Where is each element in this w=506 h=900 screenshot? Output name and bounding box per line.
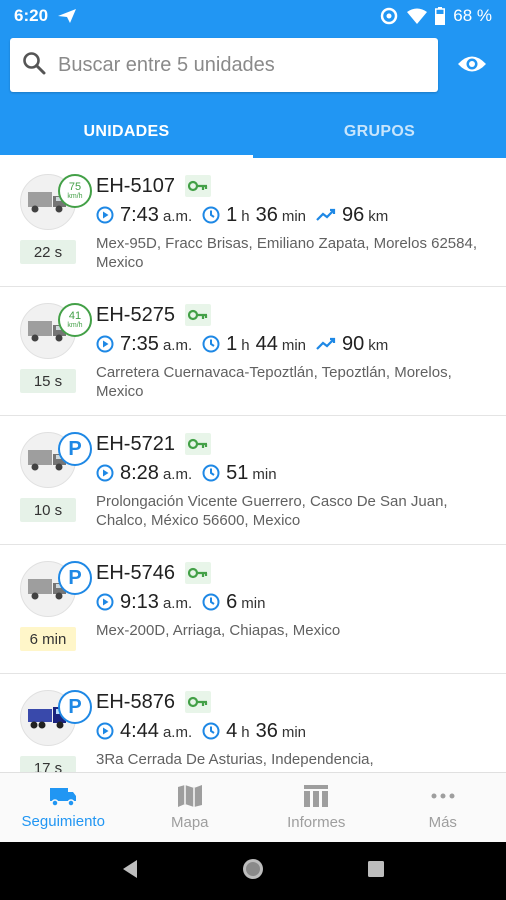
- system-navigation-bar: [0, 842, 506, 900]
- speed-value: 75: [68, 181, 82, 193]
- ignition-key-icon: [184, 433, 211, 455]
- app-header: UNIDADES GRUPOS: [0, 32, 506, 158]
- speed-unit: km/h: [67, 322, 83, 329]
- tab-bar: UNIDADES GRUPOS: [0, 106, 506, 158]
- eye-icon: [457, 54, 487, 79]
- search-bar[interactable]: [10, 38, 438, 92]
- back-icon[interactable]: [121, 859, 139, 884]
- parked-badge: P: [58, 432, 92, 466]
- trending-up-icon: [316, 337, 336, 350]
- last-update-age: 17 s: [20, 756, 76, 772]
- clock-icon: [202, 464, 220, 482]
- parked-badge: P: [58, 561, 92, 595]
- status-bar: 6:20 68 %: [0, 0, 506, 32]
- unit-row[interactable]: P 6 min EH-5746 9:13 a.m. 6 min Mex-200D, …: [0, 545, 506, 674]
- map-icon: [177, 785, 202, 807]
- unit-address: 3Ra Cerrada De Asturias, Independencia,: [96, 751, 374, 768]
- nav-mapa[interactable]: Mapa: [127, 773, 254, 842]
- clock-icon: [202, 206, 220, 224]
- data-saver-icon: [379, 6, 399, 26]
- unit-address: Prolongación Vicente Guerrero, Casco De …: [96, 493, 448, 529]
- trending-up-icon: [316, 208, 336, 221]
- home-icon[interactable]: [241, 857, 265, 886]
- speed-unit: km/h: [67, 193, 83, 200]
- start-time: 8:28 a.m.: [96, 462, 192, 485]
- more-icon: [431, 793, 455, 799]
- nav-seguimiento[interactable]: Seguimiento: [0, 773, 127, 842]
- last-update-age: 10 s: [20, 498, 76, 522]
- nav-mas[interactable]: Más: [380, 773, 506, 842]
- navigation-arrow-icon: [58, 9, 77, 23]
- ignition-key-icon: [184, 562, 211, 584]
- battery-icon: [435, 7, 446, 25]
- recents-icon[interactable]: [367, 860, 385, 883]
- unit-name: EH-5107: [96, 174, 175, 197]
- unit-name: EH-5721: [96, 432, 175, 455]
- unit-row[interactable]: P 17 s EH-5876 4:44 a.m. 4h 36 min 3Ra C…: [0, 674, 506, 772]
- duration: 51 min: [202, 462, 277, 485]
- unit-name: EH-5275: [96, 303, 175, 326]
- unit-address: Mex-200D, Arriaga, Chiapas, Mexico: [96, 622, 341, 639]
- play-circle-icon: [96, 335, 114, 353]
- duration: 4h 36 min: [202, 720, 306, 743]
- unit-address: Carretera Cuernavaca-Tepoztlán, Tepoztlá…: [96, 364, 452, 400]
- start-time: 7:43 a.m.: [96, 204, 192, 227]
- unit-name: EH-5876: [96, 690, 175, 713]
- distance: 90 km: [316, 333, 388, 356]
- start-time: 4:44 a.m.: [96, 720, 192, 743]
- units-list: 75 km/h 22 s EH-5107 7:43a.m. 1h 36min: [0, 158, 506, 772]
- last-update-age: 6 min: [20, 627, 76, 651]
- unit-row[interactable]: 41 km/h 15 s EH-5275 7:35a.m. 1h 44min: [0, 287, 506, 416]
- last-update-age: 22 s: [20, 240, 76, 264]
- wifi-icon: [407, 8, 428, 24]
- tab-grupos[interactable]: GRUPOS: [253, 106, 506, 158]
- play-circle-icon: [96, 593, 114, 611]
- speed-value: 41: [68, 310, 82, 322]
- unit-row[interactable]: P 10 s EH-5721 8:28 a.m. 51 min Prolongaci…: [0, 416, 506, 545]
- speed-indicator: 75 km/h: [58, 174, 92, 208]
- duration: 1h 36 min: [202, 204, 306, 227]
- reports-icon: [304, 785, 329, 807]
- unit-row[interactable]: 75 km/h 22 s EH-5107 7:43a.m. 1h 36min: [0, 158, 506, 287]
- unit-name: EH-5746: [96, 561, 175, 584]
- clock-icon: [202, 335, 220, 353]
- visibility-toggle-button[interactable]: [452, 50, 492, 82]
- bottom-navigation: Seguimiento Mapa Informes Más: [0, 772, 506, 842]
- ignition-key-icon: [184, 175, 211, 197]
- search-input[interactable]: [58, 53, 418, 77]
- play-circle-icon: [96, 206, 114, 224]
- nav-informes[interactable]: Informes: [253, 773, 380, 842]
- distance: 96 km: [316, 204, 388, 227]
- ignition-key-icon: [184, 304, 211, 326]
- tab-unidades[interactable]: UNIDADES: [0, 106, 253, 158]
- parked-badge: P: [58, 690, 92, 724]
- clock-icon: [202, 722, 220, 740]
- search-icon: [22, 51, 46, 80]
- speed-indicator: 41 km/h: [58, 303, 92, 337]
- play-circle-icon: [96, 464, 114, 482]
- start-time: 9:13 a.m.: [96, 591, 192, 614]
- duration: 6 min: [202, 591, 265, 614]
- truck-icon: [50, 788, 77, 807]
- last-update-age: 15 s: [20, 369, 76, 393]
- duration: 1h 44 min: [202, 333, 306, 356]
- start-time: 7:35 a.m.: [96, 333, 192, 356]
- unit-address: Mex-95D, Fracc Brisas, Emiliano Zapata, …: [96, 235, 477, 271]
- battery-percent: 68 %: [453, 6, 492, 25]
- ignition-key-icon: [184, 691, 211, 713]
- status-time: 6:20: [14, 6, 49, 25]
- clock-icon: [202, 593, 220, 611]
- play-circle-icon: [96, 722, 114, 740]
